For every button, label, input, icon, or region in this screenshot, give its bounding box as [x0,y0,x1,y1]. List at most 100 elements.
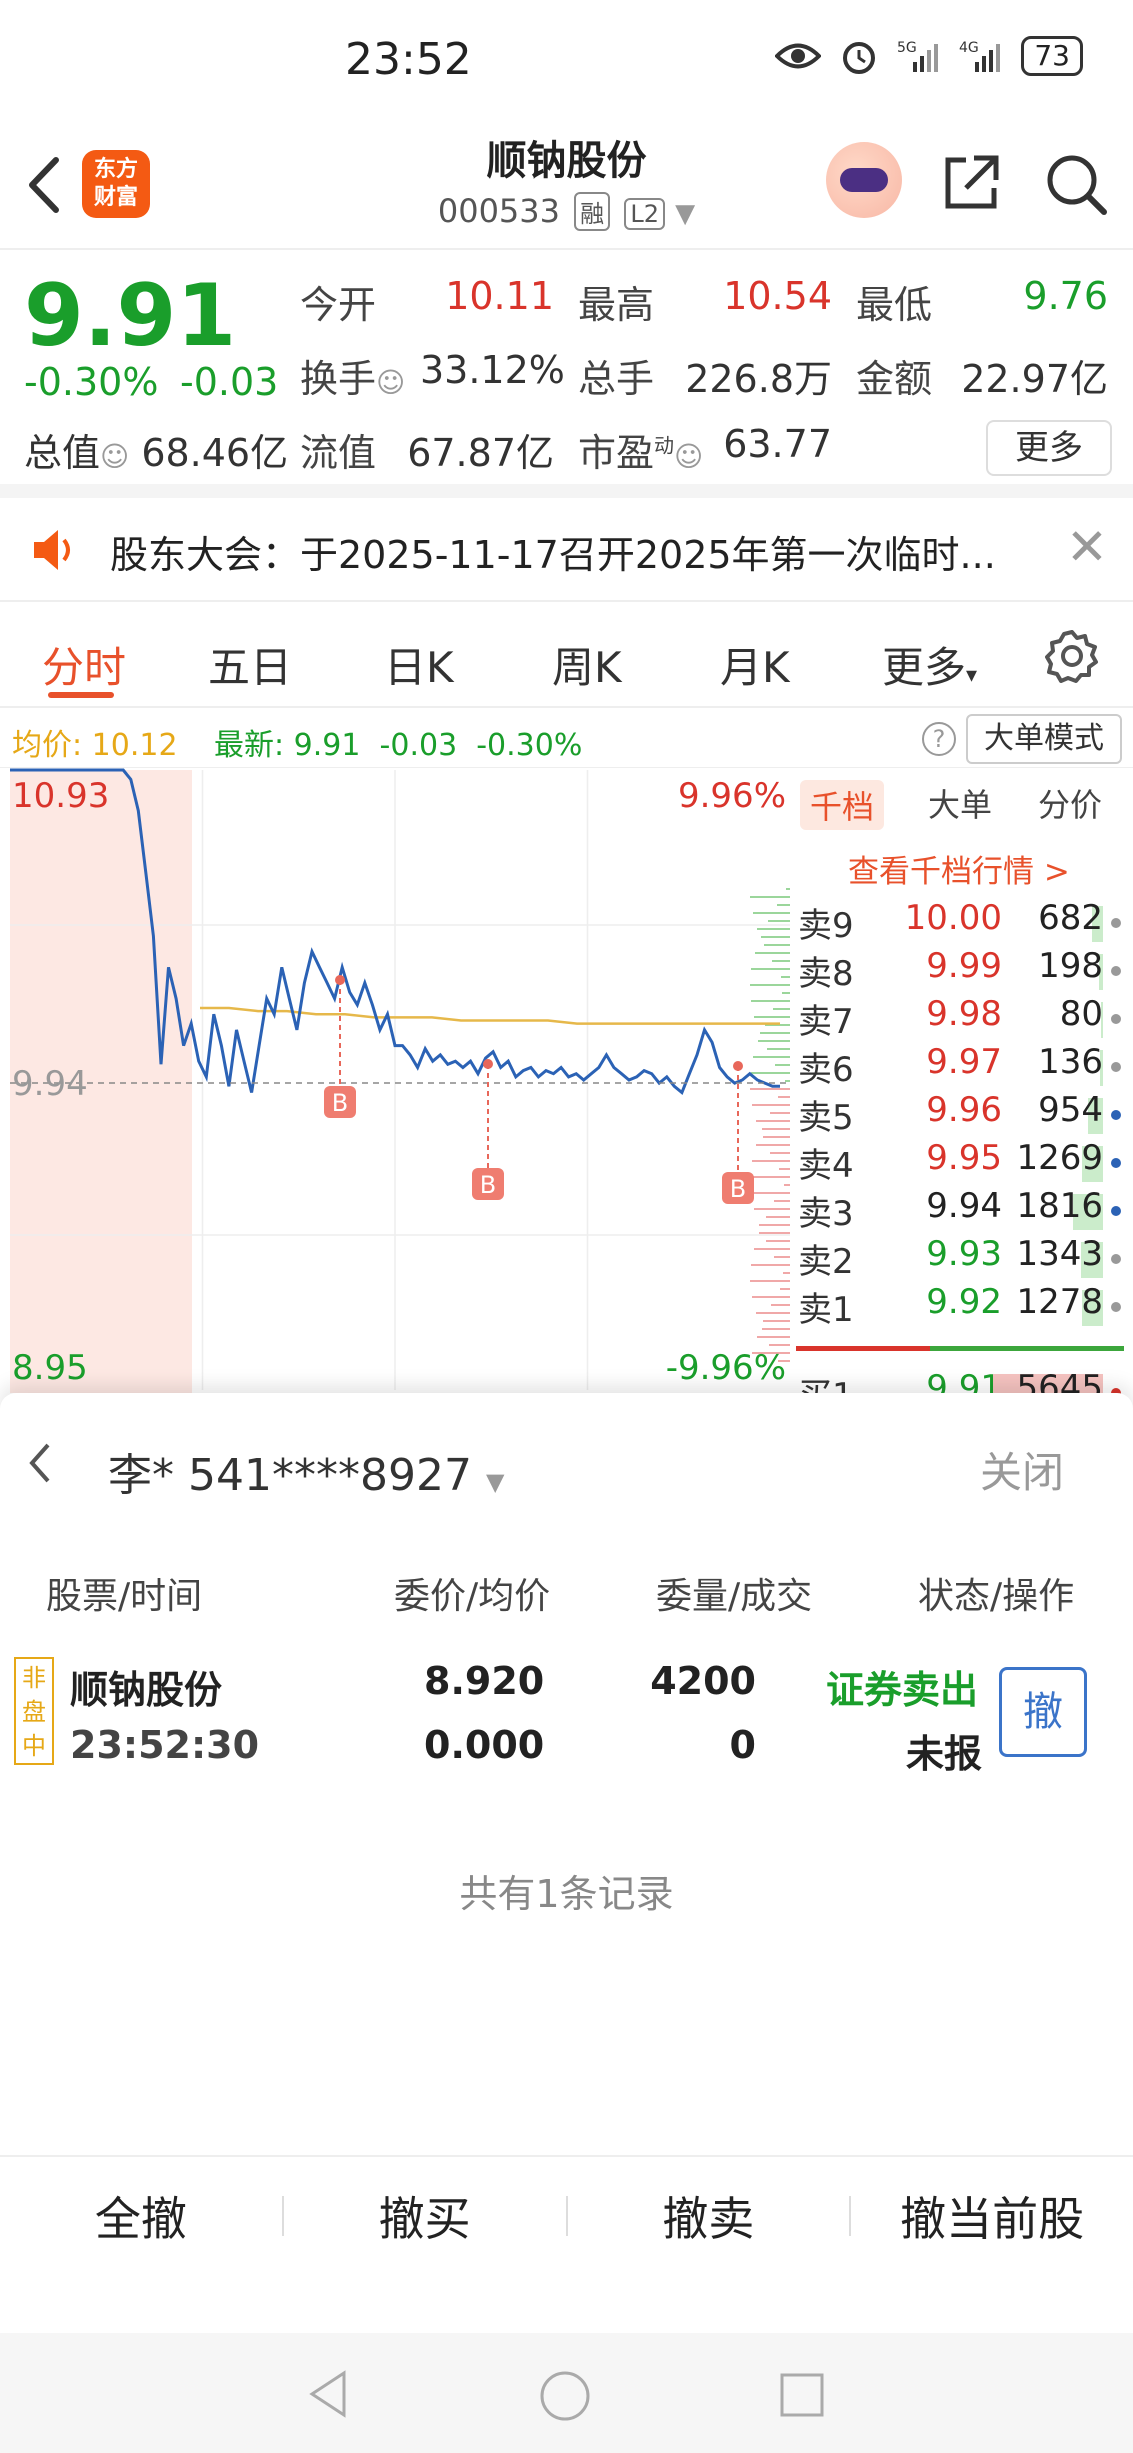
volume-profile-bar [755,952,790,954]
volume-profile-bar [774,1256,790,1258]
volume-profile-bar [782,992,790,994]
intraday-chart-svg: B B B [10,768,790,1393]
ask-row[interactable]: 卖5 9.96 954 [796,1090,1133,1138]
volume-profile-bar [777,904,790,906]
tab-five-day[interactable]: 五日 [208,634,292,695]
pending-orders-panel: 李* 541****8927 ▼ 关闭 股票/时间 委价/均价 委量/成交 状态… [0,1393,1133,2453]
svg-text:4G: 4G [959,40,979,56]
volume-profile-bar [751,1072,790,1074]
ask-dot [1111,1014,1121,1024]
close-icon[interactable]: ✕ [1066,518,1108,576]
y-mid-label: 9.94 [12,1064,88,1104]
account-selector[interactable]: 李* 541****8927 ▼ [108,1439,504,1503]
cancel-buys-button[interactable]: 撤买 [284,2183,566,2249]
volume-profile-bar [750,1280,790,1282]
volume-profile-bar [758,1040,790,1042]
tab-intraday[interactable]: 分时 [42,634,126,695]
non-trading-badge: 非 盘 中 [14,1657,54,1765]
volume-profile-bar [752,1160,790,1162]
volume-profile-bar [757,928,790,930]
change-amount: -0.03 [180,360,279,404]
tab-more[interactable]: 更多▾ [882,634,977,695]
volume-profile-bar [750,1176,790,1178]
record-count: 共有1条记录 [459,1872,674,1916]
volume-profile-bar [766,1240,790,1242]
ask-price: 9.99 [926,946,1002,986]
close-button[interactable]: 关闭 [980,1439,1064,1500]
svg-text:5G: 5G [897,40,917,56]
ask-volume: 1269 [1016,1138,1103,1178]
tab-price-distribution[interactable]: 分价 [1038,780,1102,826]
eye-icon [775,43,822,69]
status-bar: 23:52 5G 4G 73 [0,0,1133,120]
ask-row[interactable]: 卖4 9.95 1269 [796,1138,1133,1186]
signal-4g-icon: 4G [959,40,1001,72]
volume-profile-bar [767,1048,790,1050]
volume-profile-bar [750,1088,790,1090]
y-min-label: 8.95 [12,1348,88,1388]
bid-ratio-bar [930,1346,1124,1351]
gear-icon[interactable] [1044,628,1100,684]
level2-tag: L2 [624,198,665,230]
intraday-chart[interactable]: B B B 10.93 9.94 8.95 9.96% -9.96% [0,768,790,1393]
volume-profile-bar [756,1144,790,1146]
cancel-all-button[interactable]: 全撤 [0,2183,282,2249]
low-value: 9.76 [1023,274,1108,318]
ask-price: 9.94 [926,1186,1002,1226]
ask-row[interactable]: 卖7 9.98 80 [796,994,1133,1042]
volume-profile [750,888,790,1362]
cancel-order-button[interactable]: 撤 [999,1667,1087,1757]
back-arrow-icon[interactable] [20,1433,60,1493]
ask-row[interactable]: 卖8 9.99 198 [796,946,1133,994]
tab-monthly-k[interactable]: 月K [720,634,790,695]
high-value: 10.54 [723,274,832,318]
ask-row[interactable]: 卖9 10.00 682 [796,898,1133,946]
ask-ratio-bar [796,1346,930,1351]
ask-row[interactable]: 卖2 9.93 1343 [796,1234,1133,1282]
order-report-status: 未报 [906,1732,983,1776]
ask-level: 卖5 [798,1098,854,1138]
ask-row[interactable]: 卖1 9.92 1278 [796,1282,1133,1330]
ask-row[interactable]: 卖6 9.97 136 [796,1042,1133,1090]
ask-volume: 1278 [1016,1282,1103,1322]
notice-bar[interactable]: 股东大会：于2025-11-17召开2025年第一次临时... ✕ [0,498,1133,602]
stock-header: 东方 财富 顺钠股份 000533 融 L2 ▼ [0,120,1133,250]
tab-daily-k[interactable]: 日K [384,634,454,695]
big-order-mode-button[interactable]: 大单模式 [966,714,1122,764]
header-status-action: 状态/操作 [918,1576,1075,1617]
ai-assistant-icon[interactable] [826,142,902,218]
ask-price: 9.98 [926,994,1002,1034]
share-icon[interactable] [936,148,1006,218]
tab-weekly-k[interactable]: 周K [552,634,622,695]
ask-volume: 136 [1038,1042,1103,1082]
more-button[interactable]: 更多 [986,420,1112,476]
ask-dot [1111,966,1121,976]
volume-profile-bar [770,1152,790,1154]
signal-5g-icon: 5G [897,40,939,72]
search-icon[interactable] [1040,148,1110,218]
tab-big-orders[interactable]: 大单 [928,780,992,826]
ask-price: 9.93 [926,1234,1002,1274]
cancel-current-stock-button[interactable]: 撤当前股 [851,2183,1133,2249]
volume-profile-bar [772,960,790,962]
total-value: 总值☺ 68.46亿 [24,431,289,475]
nav-home-icon[interactable] [538,2369,592,2423]
tab-thousand-levels[interactable]: 千档 [800,780,885,830]
ask-row[interactable]: 卖3 9.94 1816 [796,1186,1133,1234]
nav-recents-icon[interactable] [778,2371,826,2419]
volume-profile-bar [754,1208,790,1210]
chevron-down-icon: ▼ [675,199,696,229]
turnover-label: 换手☺ [300,357,406,401]
volume-profile-bar [783,1272,790,1274]
margin-tag: 融 [574,192,611,231]
average-price: 均价: 10.12 [12,728,178,763]
open-value: 10.11 [445,274,554,318]
view-levels-link[interactable]: 查看千档行情 > [848,846,1070,891]
ask-price: 9.92 [926,1282,1002,1322]
help-icon[interactable]: ? [922,722,956,756]
ask-level: 卖9 [798,906,854,946]
volume-label: 总手 [578,357,655,401]
nav-back-icon[interactable] [306,2369,350,2419]
volume-profile-bar [754,1016,790,1018]
cancel-sells-button[interactable]: 撤卖 [568,2183,850,2249]
